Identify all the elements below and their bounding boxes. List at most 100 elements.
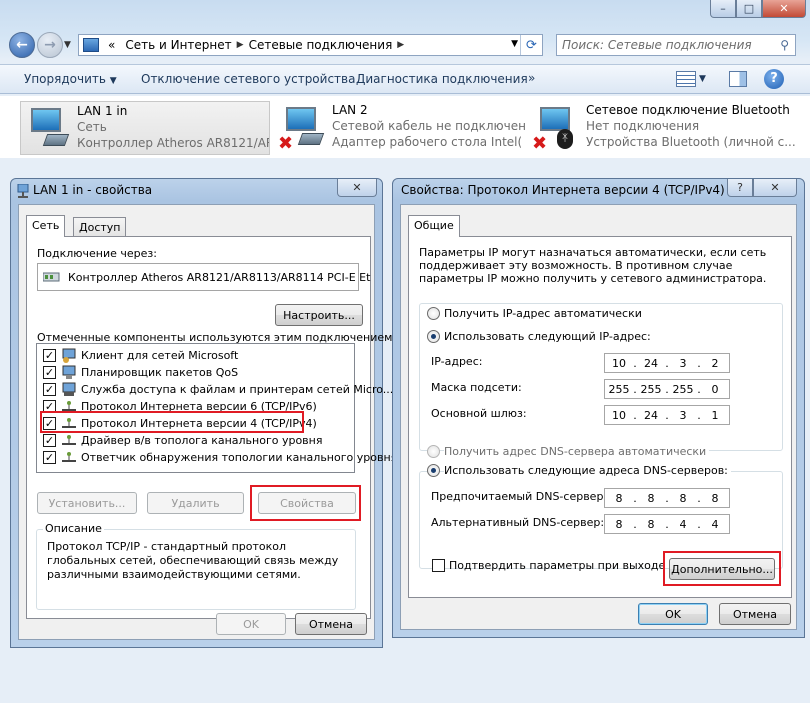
connection-bluetooth[interactable]: ᛡ ✖ Сетевое подключение Bluetooth Нет под…	[530, 101, 808, 155]
subnet-mask-label: Маска подсети:	[431, 381, 522, 394]
back-button[interactable]: ←	[9, 32, 35, 58]
component-checkbox[interactable]: ✓	[43, 383, 56, 396]
cancel-button[interactable]: Отмена	[719, 603, 791, 625]
octet: 8	[711, 491, 719, 505]
network-adapter-disconnected-icon: ✖	[278, 105, 326, 154]
connection-status: Сеть	[77, 120, 107, 134]
octet: 2	[711, 356, 719, 370]
address-dropdown-icon[interactable]: ▼	[511, 39, 518, 49]
components-list[interactable]: ✓ Клиент для сетей Microsoft ✓ Планировщ…	[36, 343, 397, 473]
maximize-button[interactable]: □	[736, 0, 762, 18]
tab-sharing[interactable]: Доступ	[73, 217, 127, 237]
close-icon[interactable]: ✕	[337, 179, 377, 197]
organize-label: Упорядочить	[24, 72, 106, 86]
validate-checkbox[interactable]	[432, 559, 445, 572]
chevron-down-icon: ▼	[109, 76, 117, 86]
scheduler-icon	[62, 365, 76, 379]
connection-lan1[interactable]: LAN 1 in Сеть Контроллер Atheros AR8121/…	[20, 101, 270, 155]
auto-dns-radio[interactable]	[427, 445, 440, 458]
subnet-mask-field[interactable]: 255. 255. 255. 0	[604, 379, 730, 399]
configure-button[interactable]: Настроить...	[275, 304, 363, 326]
ip-address-group	[419, 303, 783, 451]
search-icon[interactable]: ⚲	[780, 38, 789, 52]
connection-lan2[interactable]: ✖ LAN 2 Сетевой кабель не подключен Адап…	[276, 101, 526, 155]
connection-name: LAN 2	[332, 103, 368, 117]
component-label: Планировщик пакетов QoS	[81, 366, 239, 379]
octet: 3	[679, 356, 687, 370]
search-placeholder: Поиск: Сетевые подключения	[562, 38, 752, 52]
adapter-field: Контроллер Atheros AR8121/AR8113/AR8114 …	[37, 263, 370, 291]
octet: 255	[608, 382, 630, 396]
connection-name: Сетевое подключение Bluetooth	[586, 103, 790, 117]
ip-address-field[interactable]: 10. 24. 3. 2	[604, 353, 730, 373]
view-dropdown-icon[interactable]: ▼	[699, 74, 706, 84]
auto-ip-radio[interactable]	[427, 307, 440, 320]
help-icon[interactable]: ?	[727, 179, 753, 197]
breadcrumb-network-connections[interactable]: Сетевые подключения	[244, 38, 398, 52]
close-button[interactable]: ✕	[762, 0, 806, 18]
tab-network[interactable]: Сеть	[26, 215, 66, 237]
octet: 255	[672, 382, 694, 396]
alternate-dns-field[interactable]: 8.8.4.4	[604, 514, 730, 534]
bluetooth-adapter-icon: ᛡ ✖	[532, 105, 580, 154]
ok-button[interactable]: OK	[638, 603, 708, 625]
component-checkbox[interactable]: ✓	[43, 451, 56, 464]
diagnose-button[interactable]: Диагностика подключения	[356, 72, 528, 86]
component-label: Ответчик обнаружения топологии канальног…	[81, 451, 398, 464]
close-icon[interactable]: ✕	[753, 179, 797, 197]
file-printer-sharing-icon	[62, 382, 76, 396]
more-commands-button[interactable]: »	[528, 71, 535, 85]
dialog-titlebar: Свойства: Протокол Интернета версии 4 (T…	[393, 179, 804, 203]
recent-pages-dropdown-icon[interactable]: ▼	[64, 40, 71, 50]
connect-via-label: Подключение через:	[37, 247, 157, 260]
octet: 8	[615, 491, 623, 505]
refresh-icon[interactable]: ⟳	[520, 35, 542, 55]
general-tab-page: Параметры IP могут назначаться автоматич…	[408, 236, 792, 598]
tab-general[interactable]: Общие	[408, 215, 460, 237]
organize-button[interactable]: Упорядочить ▼	[24, 72, 117, 86]
protocol-icon	[62, 435, 76, 445]
remove-button[interactable]: Удалить	[147, 492, 244, 514]
component-label: Служба доступа к файлам и принтерам сете…	[81, 383, 394, 396]
component-checkbox[interactable]: ✓	[43, 434, 56, 447]
properties-highlight-box	[250, 485, 361, 521]
breadcrumb-network-internet[interactable]: Сеть и Интернет	[120, 38, 236, 52]
navigation-bar: ← → ▼ « Сеть и Интернет ▶ Сетевые подклю…	[0, 30, 810, 62]
forward-button[interactable]: →	[37, 32, 63, 58]
adapter-name: Контроллер Atheros AR8121/AR8113/AR8114 …	[68, 271, 371, 284]
change-view-icon[interactable]	[676, 71, 696, 87]
connection-name: LAN 1 in	[77, 104, 128, 118]
octet: 0	[711, 382, 719, 396]
preview-pane-icon[interactable]	[729, 71, 747, 87]
window-controls: – □ ✕	[710, 0, 806, 20]
breadcrumb-separator-icon[interactable]: ▶	[397, 40, 404, 50]
connection-adapter: Устройства Bluetooth (личной с...	[586, 135, 796, 149]
help-icon[interactable]: ?	[764, 69, 784, 89]
advanced-highlight-box	[663, 551, 781, 586]
octet: 10	[612, 356, 626, 370]
manual-dns-radio[interactable]	[427, 464, 440, 477]
minimize-button[interactable]: –	[710, 0, 736, 18]
breadcrumb-overflow[interactable]: «	[103, 38, 120, 52]
cancel-button[interactable]: Отмена	[295, 613, 367, 635]
gateway-field[interactable]: 10. 24. 3. 1	[604, 405, 730, 425]
component-checkbox[interactable]: ✓	[43, 349, 56, 362]
network-adapter-icon	[23, 106, 71, 152]
manual-ip-radio[interactable]	[427, 330, 440, 343]
preferred-dns-field[interactable]: 8.8.8.8	[604, 488, 730, 508]
dialog-title: LAN 1 in - свойства	[33, 183, 153, 197]
search-input[interactable]: Поиск: Сетевые подключения ⚲	[556, 34, 796, 56]
address-bar[interactable]: « Сеть и Интернет ▶ Сетевые подключения …	[78, 34, 543, 56]
install-button[interactable]: Установить...	[37, 492, 137, 514]
ok-button[interactable]: OK	[216, 613, 286, 635]
ipv4-properties-dialog: Свойства: Протокол Интернета версии 4 (T…	[392, 178, 805, 638]
dialog-body: Сеть Доступ Подключение через: Контролле…	[18, 204, 397, 640]
octet: 24	[644, 356, 658, 370]
ip-address-label: IP-адрес:	[431, 355, 483, 368]
component-checkbox[interactable]: ✓	[43, 366, 56, 379]
description-group: Описание Протокол TCP/IP - стандартный п…	[36, 522, 356, 610]
disable-device-button[interactable]: Отключение сетевого устройства	[141, 72, 355, 86]
octet: 24	[644, 408, 658, 422]
octet: 255	[640, 382, 662, 396]
breadcrumb-separator-icon[interactable]: ▶	[237, 40, 244, 50]
